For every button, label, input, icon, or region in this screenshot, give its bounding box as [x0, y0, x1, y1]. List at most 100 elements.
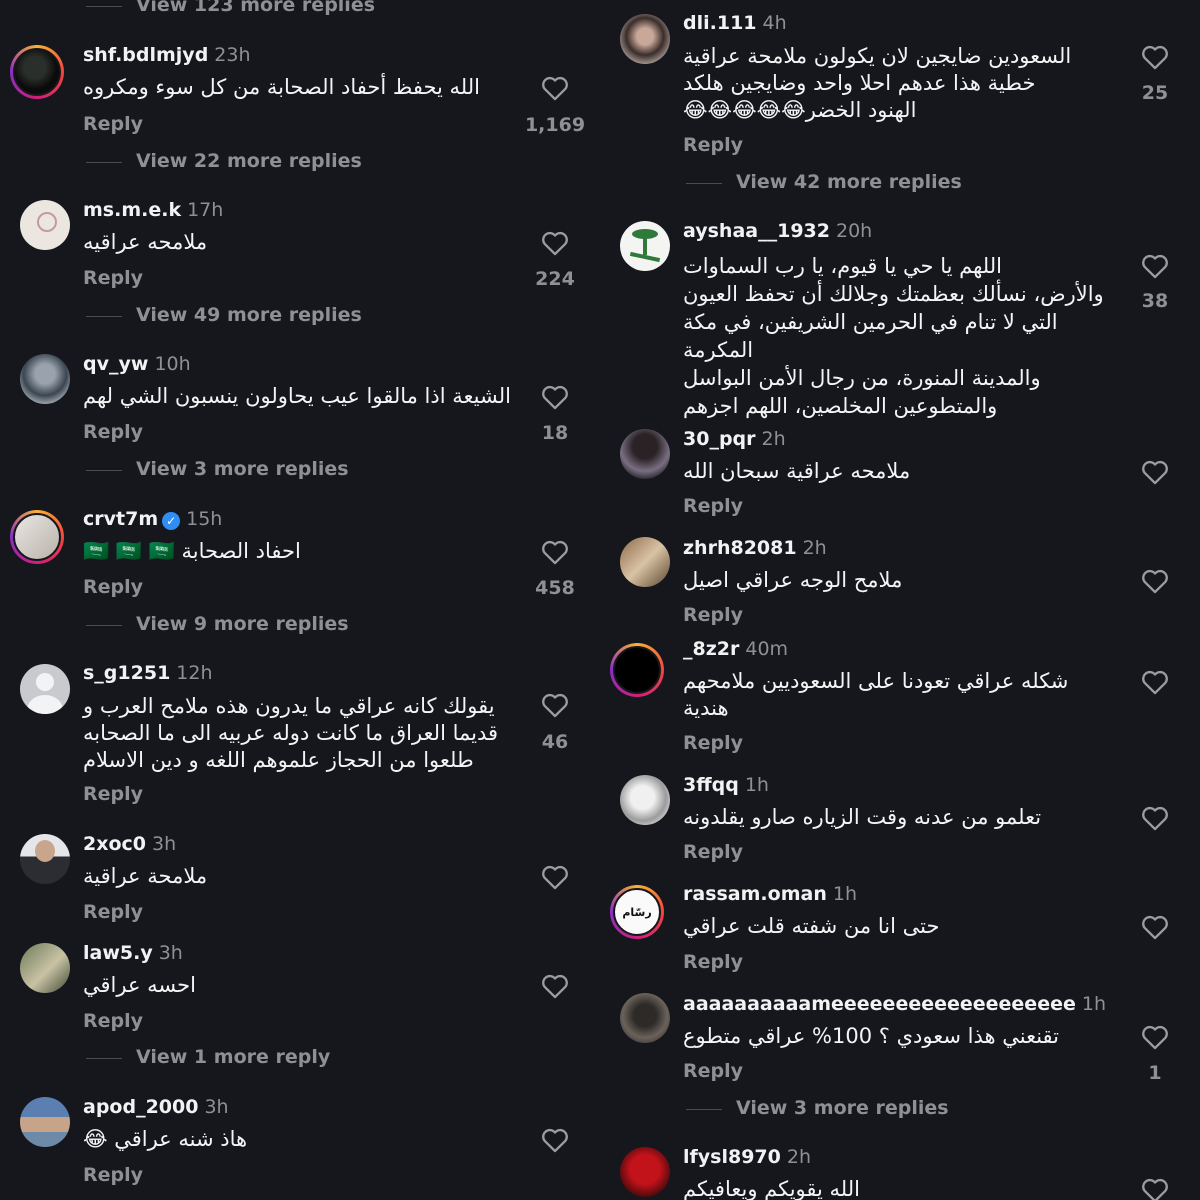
username[interactable]: law5.y: [83, 942, 153, 964]
reply-button[interactable]: Reply: [83, 421, 143, 443]
comment-text: حتى انا من شفته قلت عراقي: [683, 914, 940, 938]
view-more-replies[interactable]: View 123 more replies: [136, 0, 375, 16]
username[interactable]: apod_2000: [83, 1096, 198, 1118]
comments-column-right: dli.111 4h السعودين ضايجين لان يكولون ملا…: [600, 0, 1200, 1200]
username[interactable]: 30_pqr: [683, 428, 756, 450]
username[interactable]: zhrh82081: [683, 537, 797, 559]
reply-button[interactable]: Reply: [683, 604, 743, 626]
comment-text: الله يحفظ أحفاد الصحابة من كل سوء ومكروه: [83, 75, 480, 99]
heart-icon[interactable]: [1141, 669, 1169, 695]
avatar[interactable]: [620, 429, 670, 479]
avatar[interactable]: [620, 1147, 670, 1197]
view-more-replies[interactable]: View 49 more replies: [136, 304, 362, 326]
comment-time: 15h: [186, 508, 223, 530]
comment-time: 2h: [802, 537, 827, 559]
avatar[interactable]: [610, 643, 664, 697]
avatar[interactable]: رسّام: [610, 885, 664, 939]
username[interactable]: ms.m.e.k: [83, 199, 181, 221]
heart-icon[interactable]: [1141, 1024, 1169, 1050]
view-more-replies[interactable]: View 22 more replies: [136, 150, 362, 172]
comment-time: 10h: [154, 353, 191, 375]
username[interactable]: rassam.oman: [683, 883, 827, 905]
username[interactable]: lfysl8970: [683, 1146, 781, 1168]
reply-button[interactable]: Reply: [683, 134, 743, 156]
heart-icon[interactable]: [1141, 805, 1169, 831]
reply-button[interactable]: Reply: [683, 495, 743, 517]
username[interactable]: 2xoc0: [83, 833, 146, 855]
reply-button[interactable]: Reply: [683, 732, 743, 754]
comment-time: 40m: [745, 638, 789, 660]
avatar[interactable]: [620, 221, 670, 271]
reply-button[interactable]: Reply: [683, 951, 743, 973]
heart-icon[interactable]: [541, 864, 569, 890]
reply-button[interactable]: Reply: [83, 267, 143, 289]
comment-text: شكله عراقي تعودنا على السعوديين ملامحهم …: [683, 669, 1069, 720]
reply-button[interactable]: Reply: [83, 1010, 143, 1032]
thread-line: [86, 162, 122, 163]
view-more-replies[interactable]: View 3 more replies: [736, 1097, 949, 1119]
comment-text: اللهم يا حي يا قيوم، يا رب السماوات والأ…: [683, 254, 1104, 418]
reply-button[interactable]: Reply: [683, 1060, 743, 1082]
comment-text: احسه عراقي: [83, 973, 196, 997]
view-more-replies[interactable]: View 9 more replies: [136, 613, 349, 635]
comment-text: ملامح الوجه عراقي اصيل: [683, 568, 903, 592]
heart-icon[interactable]: [1141, 459, 1169, 485]
avatar[interactable]: [620, 993, 670, 1043]
reply-button[interactable]: Reply: [83, 783, 143, 805]
username[interactable]: ayshaa__1932: [683, 220, 830, 242]
like-count: 18: [541, 422, 569, 444]
username[interactable]: crvt7m: [83, 508, 158, 530]
comment-time: 23h: [214, 44, 251, 66]
comment-header: s_g1251 12h: [83, 662, 213, 684]
heart-icon[interactable]: [541, 75, 569, 101]
avatar[interactable]: [20, 1097, 70, 1147]
heart-icon[interactable]: [541, 384, 569, 410]
avatar[interactable]: [20, 664, 70, 714]
username[interactable]: s_g1251: [83, 662, 170, 684]
comment-text: يقولك كانه عراقي ما يدرون هذه ملامح العر…: [83, 694, 499, 772]
heart-icon[interactable]: [1141, 568, 1169, 594]
username[interactable]: 3ffqq: [683, 774, 739, 796]
heart-icon[interactable]: [1141, 914, 1169, 940]
heart-icon[interactable]: [541, 539, 569, 565]
comment-header: zhrh82081 2h: [683, 537, 827, 559]
avatar[interactable]: [20, 354, 70, 404]
comment-time: 3h: [158, 942, 183, 964]
heart-icon[interactable]: [541, 692, 569, 718]
heart-icon[interactable]: [541, 973, 569, 999]
username[interactable]: shf.bdlmjyd: [83, 44, 208, 66]
avatar[interactable]: [20, 200, 70, 250]
comment-time: 3h: [204, 1096, 229, 1118]
view-more-replies[interactable]: View 3 more replies: [136, 458, 349, 480]
view-more-replies[interactable]: View 1 more reply: [136, 1046, 330, 1068]
avatar[interactable]: [10, 510, 64, 564]
avatar[interactable]: [620, 537, 670, 587]
avatar[interactable]: [620, 775, 670, 825]
comment-text: هاذ شنه عراقي 😂: [83, 1127, 248, 1151]
comment-time: 4h: [762, 12, 787, 34]
comment-time: 2h: [761, 428, 786, 450]
heart-icon[interactable]: [541, 230, 569, 256]
reply-button[interactable]: Reply: [83, 113, 143, 135]
username[interactable]: qv_yw: [83, 353, 148, 375]
reply-button[interactable]: Reply: [683, 841, 743, 863]
view-more-replies[interactable]: View 42 more replies: [736, 171, 962, 193]
username[interactable]: aaaaaaaaaameeeeeeeeeeeeeeeeeee: [683, 993, 1076, 1015]
heart-icon[interactable]: [1141, 1177, 1169, 1200]
heart-icon[interactable]: [541, 1127, 569, 1153]
like-count: 1: [1148, 1062, 1162, 1084]
thread-line: [86, 1058, 122, 1059]
reply-button[interactable]: Reply: [83, 901, 143, 923]
avatar[interactable]: [10, 45, 64, 99]
heart-icon[interactable]: [1141, 253, 1169, 279]
avatar[interactable]: [620, 14, 670, 64]
username[interactable]: dli.111: [683, 12, 757, 34]
avatar[interactable]: [20, 834, 70, 884]
comment-header: aaaaaaaaaameeeeeeeeeeeeeeeeeee 1h: [683, 993, 1106, 1015]
username[interactable]: _8z2r: [683, 638, 739, 660]
comment-header: 3ffqq 1h: [683, 774, 769, 796]
heart-icon[interactable]: [1141, 44, 1169, 70]
avatar[interactable]: [20, 943, 70, 993]
reply-button[interactable]: Reply: [83, 576, 143, 598]
reply-button[interactable]: Reply: [83, 1164, 143, 1186]
